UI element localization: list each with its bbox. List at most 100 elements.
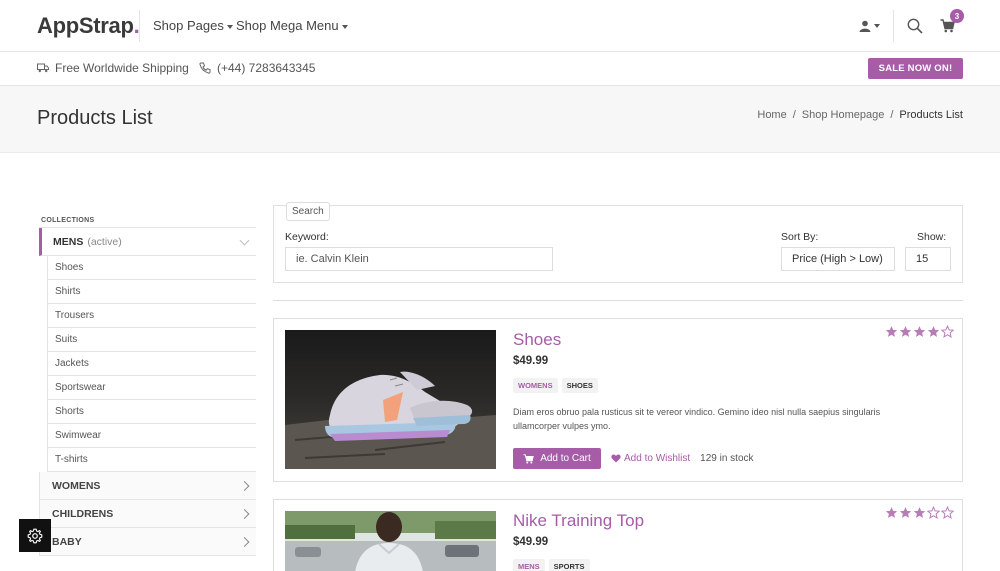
subcategory-t-shirts[interactable]: T-shirts: [47, 448, 256, 472]
caret-down-icon: [341, 24, 348, 29]
nav-shop-mega-menu[interactable]: Shop Mega Menu: [236, 18, 348, 33]
keyword-label: Keyword:: [285, 231, 329, 243]
category-childrens[interactable]: CHILDRENS: [39, 500, 256, 528]
sale-now-on-button[interactable]: SALE NOW ON!: [868, 58, 963, 79]
nav-divider: [893, 10, 894, 42]
subcategory-shoes[interactable]: Shoes: [47, 256, 256, 280]
star-filled-icon: [913, 326, 926, 337]
category-womens-label: WOMENS: [52, 479, 101, 492]
stock-status: 129 in stock: [700, 453, 754, 464]
show-count-value: 15: [916, 253, 929, 265]
star-filled-icon: [927, 326, 940, 337]
add-to-cart-button[interactable]: Add to Cart: [513, 448, 601, 469]
breadcrumb: Home / Shop Homepage / Products List: [757, 109, 963, 121]
product-description: Diam eros obruo pala rusticus sit te ver…: [513, 407, 881, 431]
nav-divider: [139, 10, 140, 42]
product-tags: MENS SPORTS: [513, 559, 590, 571]
product-price: $49.99: [513, 536, 549, 548]
product-name[interactable]: Nike Training Top: [513, 511, 644, 531]
subcategory-trousers[interactable]: Trousers: [47, 304, 256, 328]
collections-caption: COLLECTIONS: [39, 212, 256, 228]
phone-info: (+44) 7283643345: [199, 61, 315, 75]
heart-icon: [611, 454, 621, 463]
star-filled-icon: [899, 326, 912, 337]
category-baby-label: BABY: [52, 535, 82, 548]
category-womens[interactable]: WOMENS: [39, 472, 256, 500]
star-filled-icon: [885, 507, 898, 518]
search-panel: Search Keyword: ie. Calvin Klein Sort By…: [273, 202, 963, 283]
show-label: Show:: [917, 231, 947, 243]
breadcrumb-current: Products List: [899, 109, 963, 121]
product-tag[interactable]: SHOES: [561, 378, 598, 393]
category-active-note: (active): [87, 235, 122, 248]
subcategory-swimwear[interactable]: Swimwear: [47, 424, 256, 448]
show-count-select[interactable]: 15: [905, 247, 951, 271]
caret-down-icon: [226, 24, 233, 29]
product-tag[interactable]: MENS: [513, 559, 545, 571]
caret-down-icon: [873, 24, 880, 28]
category-baby[interactable]: BABY: [39, 528, 256, 556]
product-rating: [885, 506, 954, 519]
nav-shop-mega-menu-label: Shop Mega Menu: [236, 18, 339, 33]
chevron-right-icon: [239, 508, 250, 519]
subcategory-shirts[interactable]: Shirts: [47, 280, 256, 304]
product-tags: WOMENS SHOES: [513, 378, 598, 393]
product-card: Shoes $49.99 WOMENS SHOES Diam eros obru…: [273, 318, 963, 482]
sneaker-image: [285, 330, 496, 469]
product-tag[interactable]: WOMENS: [513, 378, 558, 393]
product-actions: Add to Cart Add to Wishlist 129 in stock: [513, 448, 754, 469]
shipping-info: Free Worldwide Shipping: [37, 61, 189, 75]
phone-text: (+44) 7283643345: [217, 61, 316, 75]
cart-icon: [523, 453, 534, 463]
category-childrens-label: CHILDRENS: [52, 507, 114, 520]
info-bar: Free Worldwide Shipping (+44) 7283643345…: [0, 52, 1000, 86]
product-image[interactable]: [285, 511, 496, 571]
phone-icon: [199, 62, 211, 74]
keyword-input[interactable]: ie. Calvin Klein: [285, 247, 553, 271]
product-image[interactable]: [285, 330, 496, 469]
subcategory-suits[interactable]: Suits: [47, 328, 256, 352]
user-icon: [859, 20, 870, 32]
product-tag[interactable]: SPORTS: [548, 559, 590, 571]
breadcrumb-home[interactable]: Home: [757, 109, 786, 121]
breadcrumb-shop-homepage[interactable]: Shop Homepage: [802, 109, 885, 121]
logo-text: AppStrap: [37, 13, 134, 38]
collections-sidebar: COLLECTIONS MENS (active) Shoes Shirts T…: [39, 212, 256, 556]
search-icon: [907, 18, 923, 34]
category-mens-label: MENS: [53, 235, 84, 248]
top-navbar: AppStrap. Shop Pages Shop Mega Menu 3: [0, 0, 1000, 52]
cart-count-badge: 3: [950, 9, 964, 23]
divider: [273, 300, 963, 301]
user-menu-button[interactable]: [855, 17, 883, 35]
sort-by-select[interactable]: Price (High > Low): [781, 247, 895, 271]
keyword-placeholder: ie. Calvin Klein: [296, 253, 369, 265]
truck-icon: [37, 63, 49, 73]
add-to-cart-label: Add to Cart: [540, 453, 591, 464]
breadcrumb-separator: /: [890, 109, 894, 121]
subcategory-sportswear[interactable]: Sportswear: [47, 376, 256, 400]
add-to-wishlist-link[interactable]: Add to Wishlist: [611, 453, 690, 464]
product-name[interactable]: Shoes: [513, 330, 561, 350]
nav-shop-pages[interactable]: Shop Pages: [153, 18, 233, 33]
category-mens[interactable]: MENS (active): [39, 228, 256, 256]
subcategory-shorts[interactable]: Shorts: [47, 400, 256, 424]
star-empty-icon: [941, 325, 954, 338]
chevron-right-icon: [239, 480, 250, 491]
shipping-text: Free Worldwide Shipping: [55, 61, 189, 75]
star-empty-icon: [927, 506, 940, 519]
logo[interactable]: AppStrap.: [37, 13, 140, 39]
sort-by-label: Sort By:: [781, 231, 819, 243]
star-filled-icon: [885, 326, 898, 337]
breadcrumb-separator: /: [792, 109, 796, 121]
search-button[interactable]: [905, 16, 925, 36]
gear-icon: [27, 528, 43, 543]
settings-button[interactable]: [19, 519, 51, 552]
product-rating: [885, 325, 954, 338]
nav-shop-pages-label: Shop Pages: [153, 18, 224, 33]
search-legend: Search: [286, 202, 330, 221]
star-filled-icon: [899, 507, 912, 518]
page-title: Products List: [37, 107, 153, 129]
subcategory-jackets[interactable]: Jackets: [47, 352, 256, 376]
star-empty-icon: [941, 506, 954, 519]
page-header: Products List Home / Shop Homepage / Pro…: [0, 86, 1000, 153]
